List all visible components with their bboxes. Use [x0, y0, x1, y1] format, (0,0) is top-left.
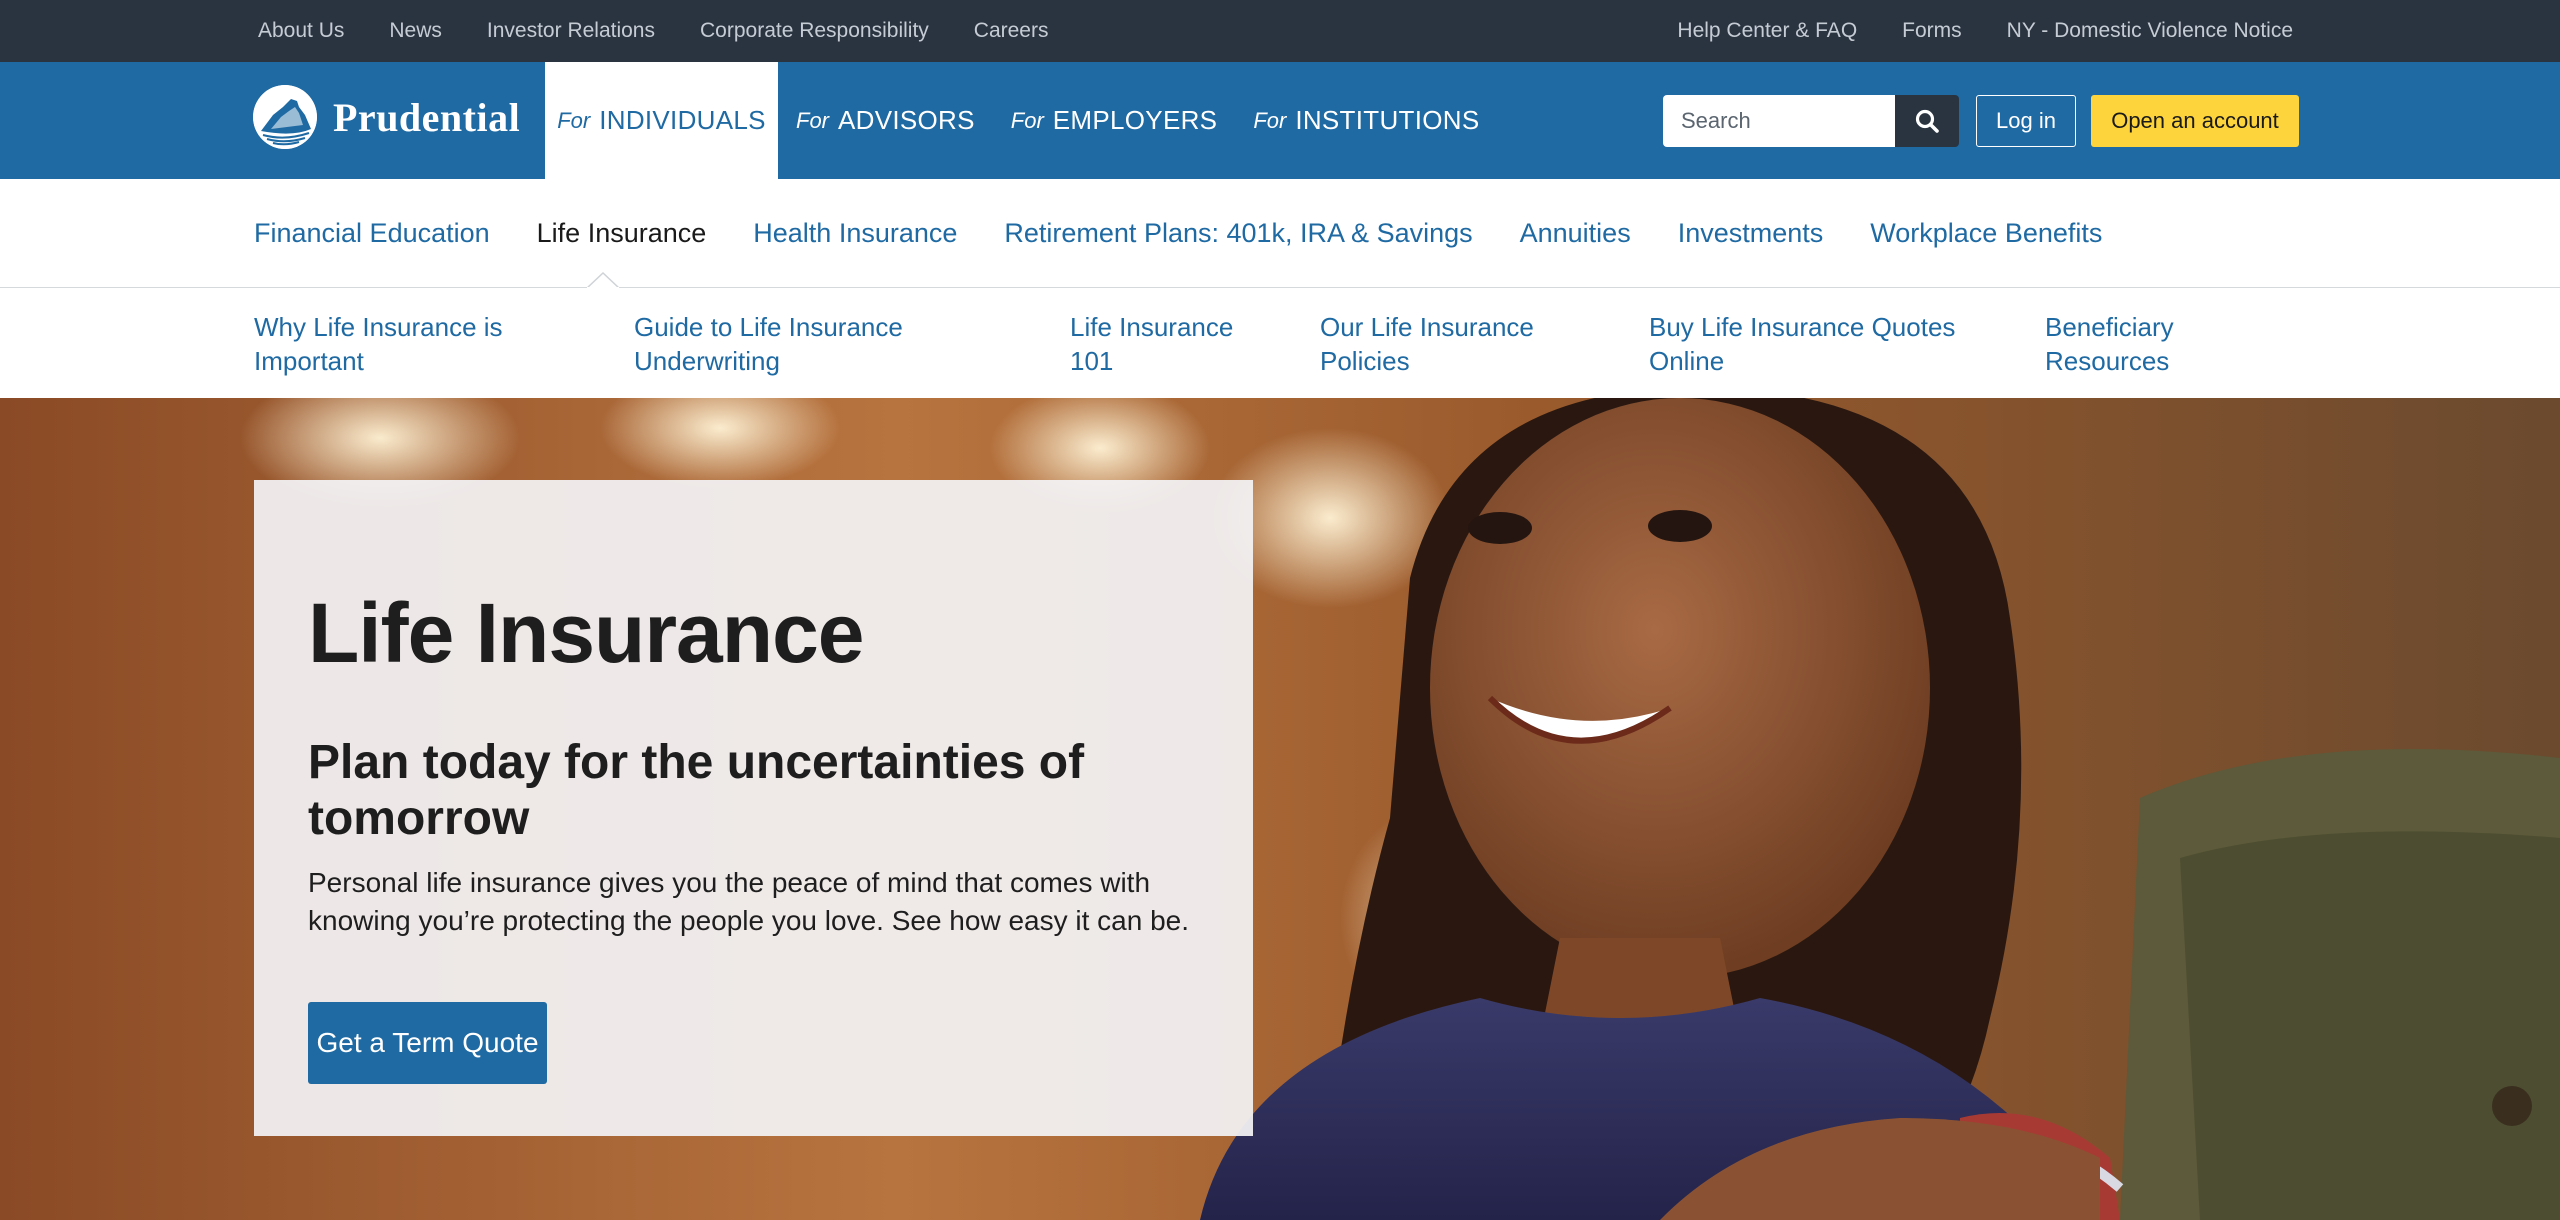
- open-account-button[interactable]: Open an account: [2091, 95, 2299, 147]
- subnav-line: Underwriting: [634, 346, 780, 376]
- search-icon: [1915, 109, 1939, 133]
- subnav-line: Our Life Insurance: [1320, 312, 1534, 342]
- search-button[interactable]: [1895, 95, 1959, 147]
- nav-annuities[interactable]: Annuities: [1520, 218, 1631, 249]
- login-button[interactable]: Log in: [1976, 95, 2076, 147]
- subnav-why-life-insurance[interactable]: Why Life Insurance is Important: [254, 310, 503, 378]
- caret-up-icon: [587, 272, 619, 288]
- util-link-about-us[interactable]: About Us: [258, 19, 344, 43]
- sub-nav: Why Life Insurance is Important Guide to…: [0, 288, 2560, 398]
- util-link-news[interactable]: News: [389, 19, 442, 43]
- tab-for-label: For: [796, 107, 829, 133]
- tab-individuals[interactable]: For INDIVIDUALS: [545, 62, 778, 179]
- nav-investments[interactable]: Investments: [1678, 218, 1824, 249]
- nav-retirement-plans[interactable]: Retirement Plans: 401k, IRA & Savings: [1004, 218, 1472, 249]
- utility-bar: About Us News Investor Relations Corpora…: [0, 0, 2560, 62]
- prudential-logo[interactable]: Prudential: [253, 84, 520, 150]
- subnav-line: Life Insurance: [1070, 312, 1234, 342]
- util-link-forms[interactable]: Forms: [1902, 19, 1962, 43]
- subnav-buy-quotes-online[interactable]: Buy Life Insurance Quotes Online: [1649, 310, 1955, 378]
- subnav-line: Resources: [2045, 346, 2170, 376]
- tab-label: EMPLOYERS: [1052, 105, 1218, 135]
- category-nav-items: Financial Education Life Insurance Healt…: [254, 179, 2102, 287]
- subnav-line: Guide to Life Insurance: [634, 312, 903, 342]
- util-link-careers[interactable]: Careers: [974, 19, 1049, 43]
- subnav-line: Why Life Insurance is: [254, 312, 503, 342]
- hero-card: Life Insurance Plan today for the uncert…: [254, 480, 1253, 1136]
- tab-for-label: For: [1253, 107, 1287, 133]
- tab-for-label: For: [557, 107, 591, 133]
- search-input[interactable]: [1663, 95, 1895, 147]
- subnav-line: Important: [254, 346, 364, 376]
- prudential-rock-logo-icon: [253, 85, 317, 149]
- search-box: [1663, 95, 1959, 147]
- tab-for-label: For: [1010, 107, 1044, 133]
- subnav-line: Policies: [1320, 346, 1410, 376]
- util-link-corporate-responsibility[interactable]: Corporate Responsibility: [700, 19, 929, 43]
- hero-body-text: Personal life insurance gives you the pe…: [308, 867, 1190, 936]
- tab-employers[interactable]: For EMPLOYERS: [993, 62, 1236, 179]
- utility-nav-left: About Us News Investor Relations Corpora…: [258, 0, 1048, 62]
- subnav-beneficiary-resources[interactable]: Beneficiary Resources: [2045, 310, 2174, 378]
- util-link-investor-relations[interactable]: Investor Relations: [487, 19, 655, 43]
- hero-title: Life Insurance: [308, 586, 865, 680]
- subnav-life-insurance-101[interactable]: Life Insurance 101: [1070, 310, 1233, 378]
- nav-workplace-benefits[interactable]: Workplace Benefits: [1870, 218, 2102, 249]
- get-term-quote-button[interactable]: Get a Term Quote: [308, 1002, 547, 1084]
- tab-label: ADVISORS: [838, 105, 975, 135]
- subnav-line: Online: [1649, 346, 1725, 376]
- util-link-ny-notice[interactable]: NY - Domestic Violence Notice: [2007, 19, 2293, 43]
- tab-label: INSTITUTIONS: [1295, 105, 1480, 135]
- tab-institutions[interactable]: For INSTITUTIONS: [1235, 62, 1497, 179]
- subnav-underwriting-guide[interactable]: Guide to Life Insurance Underwriting: [634, 310, 903, 378]
- audience-tabs: For INDIVIDUALS For ADVISORS For EMPLOYE…: [545, 62, 1497, 179]
- nav-financial-education[interactable]: Financial Education: [254, 218, 490, 249]
- subnav-line: 101: [1070, 346, 1114, 376]
- hero-subtitle: Plan today for the uncertainties of tomo…: [308, 736, 1085, 845]
- nav-health-insurance[interactable]: Health Insurance: [753, 218, 957, 249]
- utility-nav-right: Help Center & FAQ Forms NY - Domestic Vi…: [1677, 0, 2293, 62]
- subnav-line: Buy Life Insurance Quotes: [1649, 312, 1956, 342]
- tab-label: INDIVIDUALS: [599, 105, 766, 135]
- subnav-our-policies[interactable]: Our Life Insurance Policies: [1320, 310, 1534, 378]
- hero-banner: Life Insurance Plan today for the uncert…: [0, 398, 2560, 1220]
- subnav-line: Beneficiary: [2045, 312, 2174, 342]
- tab-advisors[interactable]: For ADVISORS: [778, 62, 993, 179]
- logo-wordmark: Prudential: [333, 94, 521, 140]
- main-header: Prudential For INDIVIDUALS For ADVISORS …: [0, 62, 2560, 179]
- util-link-help-center[interactable]: Help Center & FAQ: [1677, 19, 1857, 43]
- nav-life-insurance[interactable]: Life Insurance: [537, 218, 707, 249]
- category-nav: Financial Education Life Insurance Healt…: [0, 179, 2560, 288]
